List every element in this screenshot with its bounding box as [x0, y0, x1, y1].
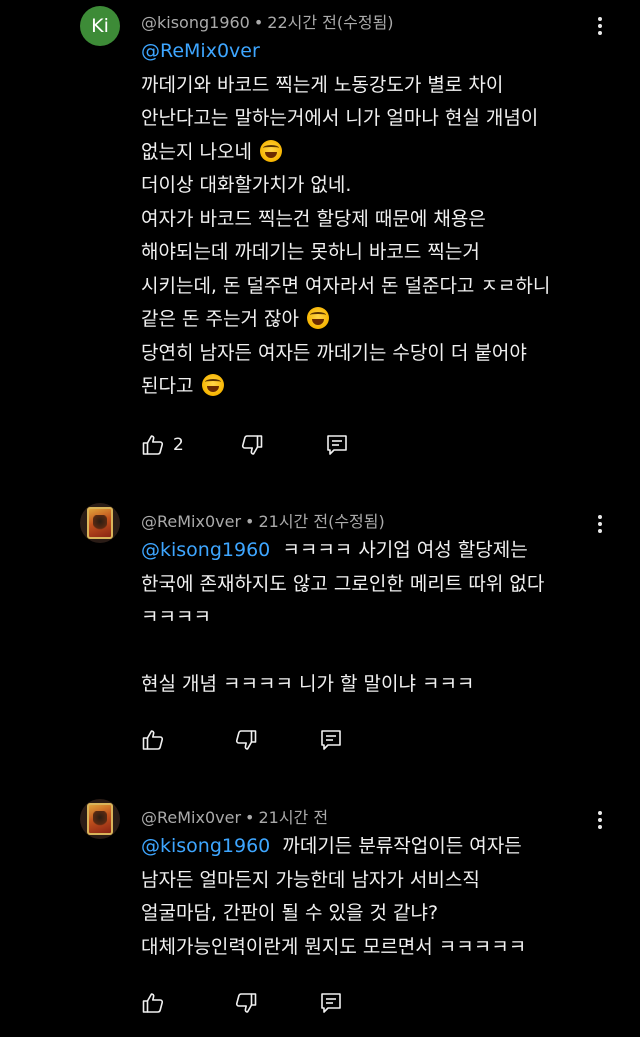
comment-body: @kisong1960 까데기든 분류작업이든 여자든 남자든 얼마든지 가능한…: [141, 830, 611, 964]
comment-actions: 2: [141, 431, 349, 459]
like-button[interactable]: 2: [141, 433, 184, 457]
reply-button[interactable]: [319, 728, 343, 752]
comment-line: 대체가능인력이란게 뭔지도 모르면서 ㅋㅋㅋㅋㅋ: [141, 935, 527, 958]
comment-header: @kisong1960 • 22시간 전(수정됨): [141, 9, 394, 33]
thumbs-down-icon: [235, 993, 257, 1013]
separator-dot: •: [245, 808, 255, 827]
comment-line: 없는지 나오네: [141, 136, 611, 170]
comment-header: @ReMix0ver • 21시간 전: [141, 804, 328, 828]
comment-line: 까데기와 바코드 찍는게 노동강도가 별로 차이: [141, 73, 504, 96]
comment-line: 남자든 얼마든지 가능한데 남자가 서비스직: [141, 868, 480, 891]
comment-line: 얼굴마담, 간판이 될 수 있을 것 같냐?: [141, 902, 439, 924]
comment-line: 된다고: [141, 370, 611, 404]
avatar[interactable]: [80, 503, 120, 543]
separator-dot: •: [253, 13, 264, 32]
avatar[interactable]: [80, 799, 120, 839]
tears-of-joy-emoji: [259, 139, 282, 162]
author-name[interactable]: @kisong1960: [141, 13, 250, 32]
timestamp[interactable]: 22시간 전(수정됨): [267, 13, 393, 32]
reply-icon: [321, 993, 341, 1013]
timestamp[interactable]: 21시간 전: [258, 808, 328, 827]
author-name[interactable]: @ReMix0ver: [141, 808, 241, 827]
tears-of-joy-emoji: [307, 307, 330, 329]
thumbs-up-icon: [142, 730, 164, 750]
avatar-initials: Ki: [91, 15, 109, 37]
like-button[interactable]: [141, 728, 165, 752]
like-count: 2: [173, 435, 184, 455]
avatar-image: [87, 507, 113, 539]
comment-line: 더이상 대화할가치가 없네.: [141, 174, 352, 196]
comment-line-text: ㅋㅋㅋㅋ 사기업 여성 할당제는: [282, 539, 528, 561]
comment-line-text: 까데기든 분류작업이든 여자든: [282, 835, 522, 857]
comment-line: 여자가 바코드 찍는건 할당제 때문에 채용은: [141, 207, 486, 230]
comment-line-text: 없는지 나오네: [141, 140, 252, 163]
reply-button[interactable]: [319, 991, 343, 1015]
comment-actions: [141, 989, 343, 1017]
mention-link[interactable]: @ReMix0ver: [141, 35, 611, 69]
thumbs-up-icon: [142, 435, 164, 455]
mention-link[interactable]: @kisong1960: [141, 539, 270, 561]
comment-body: @ReMix0ver 까데기와 바코드 찍는게 노동강도가 별로 차이 안난다고…: [141, 35, 611, 404]
comment-line-text: 같은 돈 주는거 잖아: [141, 308, 299, 330]
reply-icon: [321, 730, 341, 750]
comment-line: 당연히 남자든 여자든 까데기는 수당이 더 붙어야: [141, 341, 527, 364]
thumbs-up-icon: [142, 993, 164, 1013]
dislike-button[interactable]: [240, 433, 264, 457]
thumbs-down-icon: [241, 435, 263, 455]
mention-link[interactable]: @kisong1960: [141, 835, 270, 857]
like-button[interactable]: [141, 991, 165, 1015]
comment-actions: [141, 726, 343, 754]
comment-line-text: 된다고: [141, 375, 194, 397]
comment-header: @ReMix0ver • 21시간 전(수정됨): [141, 508, 385, 532]
comment-line: 현실 개념 ㅋㅋㅋㅋ 니가 할 말이냐 ㅋㅋㅋ: [141, 673, 475, 695]
timestamp[interactable]: 21시간 전(수정됨): [258, 512, 384, 531]
comment-line: @kisong1960 ㅋㅋㅋㅋ 사기업 여성 할당제는: [141, 534, 611, 568]
reply-icon: [327, 435, 347, 455]
comment-line: @kisong1960 까데기든 분류작업이든 여자든: [141, 830, 611, 864]
reply-button[interactable]: [325, 433, 349, 457]
dislike-button[interactable]: [234, 991, 258, 1015]
comment-line: 해야되는데 까데기는 못하니 바코드 찍는거: [141, 241, 480, 263]
comment-line: 한국에 존재하지도 않고 그로인한 메리트 따위 없다: [141, 572, 545, 595]
comment-line: 같은 돈 주는거 잖아: [141, 303, 611, 337]
comment-line: 안난다고는 말하는거에서 니가 얼마나 현실 개념이: [141, 107, 539, 129]
comment-body: @kisong1960 ㅋㅋㅋㅋ 사기업 여성 할당제는 한국에 존재하지도 않…: [141, 534, 611, 702]
separator-dot: •: [245, 512, 255, 531]
author-name[interactable]: @ReMix0ver: [141, 512, 241, 531]
thumbs-down-icon: [235, 730, 257, 750]
tears-of-joy-emoji: [201, 374, 224, 396]
dislike-button[interactable]: [234, 728, 258, 752]
comment-line: ㅋㅋㅋㅋ: [141, 606, 211, 628]
avatar-image: [87, 803, 113, 835]
avatar[interactable]: Ki: [80, 6, 120, 46]
comment-line: 시키는데, 돈 덜주면 여자라서 돈 덜준다고 ㅈㄹ하니: [141, 274, 551, 297]
